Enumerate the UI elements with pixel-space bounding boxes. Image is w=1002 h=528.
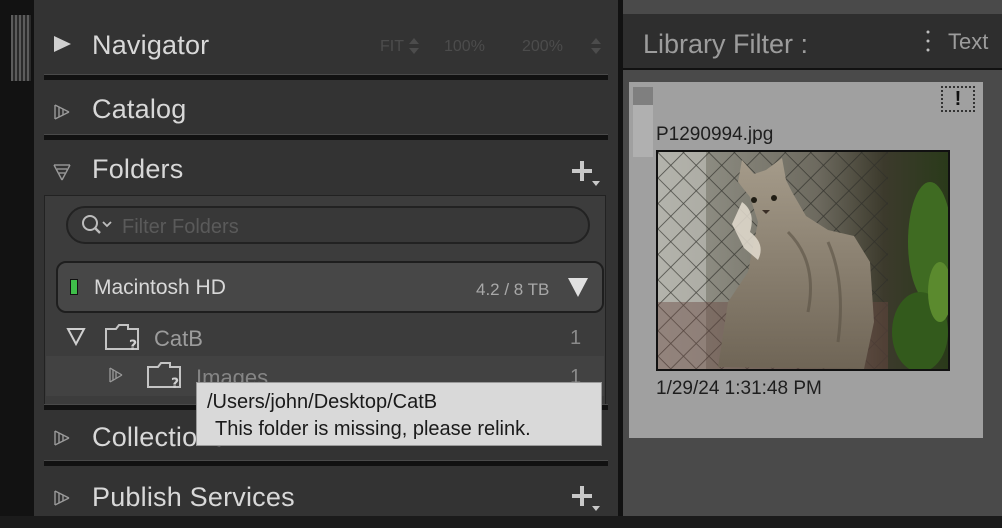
filter-folders-field[interactable] xyxy=(66,206,590,244)
filter-text-tab[interactable]: Text xyxy=(948,29,988,55)
cell-index-stripe xyxy=(633,105,653,157)
photo-thumbnail[interactable] xyxy=(656,150,950,371)
navigator-title: Navigator xyxy=(92,30,210,60)
volume-status-indicator xyxy=(70,279,78,295)
collapsed-triangle-icon[interactable] xyxy=(52,102,72,122)
collapsed-triangle-icon[interactable] xyxy=(108,366,124,389)
expand-triangle-icon[interactable] xyxy=(52,34,72,54)
publish-services-header[interactable]: Publish Services xyxy=(34,468,618,528)
volume-usage: 4.2 / 8 TB xyxy=(476,280,550,299)
photo-filename: P1290994.jpg xyxy=(656,124,774,145)
svg-text:?: ? xyxy=(171,376,179,390)
tooltip-message: This folder is missing, please relink. xyxy=(215,418,531,440)
folder-name: CatB xyxy=(154,326,203,351)
filter-separator-dots-icon xyxy=(926,28,930,54)
catalog-header[interactable]: Catalog xyxy=(34,82,618,142)
missing-folder-tooltip: /Users/john/Desktop/CatB This folder is … xyxy=(196,382,602,446)
add-publish-service-plus-icon[interactable] xyxy=(570,482,600,511)
filter-bar-divider xyxy=(623,68,1002,70)
disclosure-triangle-icon[interactable] xyxy=(66,326,86,351)
section-divider xyxy=(44,460,608,466)
zoom-fit-option[interactable]: FIT xyxy=(380,38,404,56)
folders-header[interactable]: Folders xyxy=(34,142,618,202)
missing-photo-badge-icon[interactable]: ! xyxy=(941,86,975,112)
section-divider xyxy=(44,134,608,140)
add-folder-plus-icon[interactable] xyxy=(570,157,600,186)
missing-folder-icon: ? xyxy=(146,360,186,395)
folder-count: 1 xyxy=(570,327,582,349)
collapsed-triangle-icon[interactable] xyxy=(52,428,72,448)
library-filter-title: Library Filter : xyxy=(643,29,809,59)
missing-folder-icon: ? xyxy=(104,322,144,357)
folder-row-catb[interactable]: ? CatB 1 xyxy=(46,320,604,356)
navigator-header[interactable]: Navigator FIT 100% 200% xyxy=(34,14,618,74)
publish-services-title: Publish Services xyxy=(92,482,295,512)
folders-title: Folders xyxy=(92,154,184,184)
search-icon[interactable] xyxy=(80,213,114,242)
flag-marker[interactable] xyxy=(633,87,653,105)
zoom-100-option[interactable]: 100% xyxy=(444,38,485,56)
zoom-200-option[interactable]: 200% xyxy=(522,38,563,56)
tooltip-folder-path: /Users/john/Desktop/CatB xyxy=(207,391,438,413)
section-divider xyxy=(44,74,608,80)
svg-text:?: ? xyxy=(129,338,137,352)
library-filter-bar: Library Filter : Text xyxy=(623,14,1002,68)
panel-resize-grip[interactable] xyxy=(10,14,32,82)
expanded-triangle-icon[interactable] xyxy=(52,162,72,182)
volume-row[interactable]: Macintosh HD 4.2 / 8 TB xyxy=(56,261,604,313)
filter-folders-input[interactable] xyxy=(120,214,564,240)
photo-capture-time: 1/29/24 1:31:48 PM xyxy=(656,378,822,399)
catalog-title: Catalog xyxy=(92,94,187,124)
fit-stepper-icon[interactable] xyxy=(408,36,420,61)
zoom-stepper-icon[interactable] xyxy=(590,36,602,61)
collapsed-triangle-icon[interactable] xyxy=(52,488,72,508)
volume-name: Macintosh HD xyxy=(94,276,226,299)
volume-menu-triangle-icon[interactable] xyxy=(566,275,590,304)
